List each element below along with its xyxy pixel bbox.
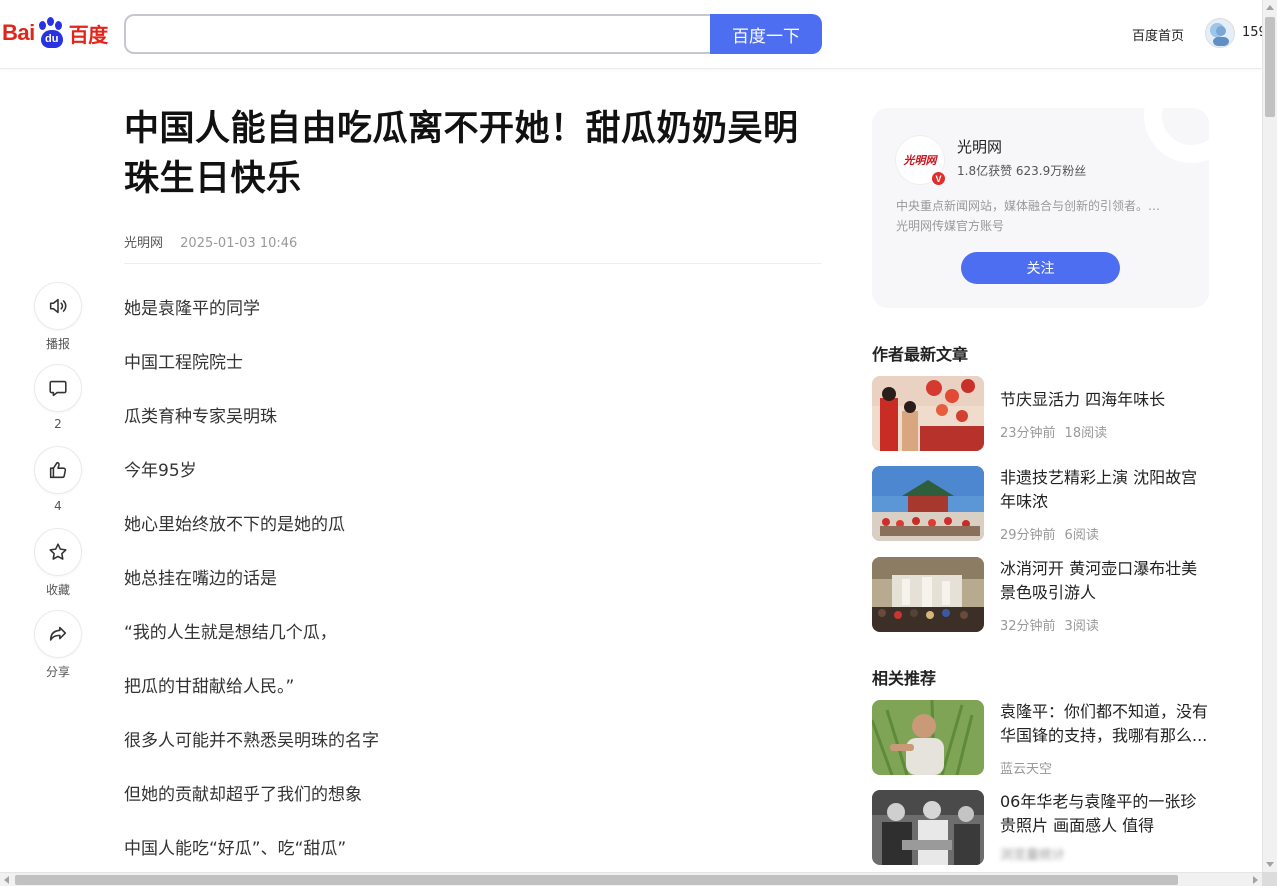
article-title: 中国人能自由吃瓜离不开她！甜瓜奶奶吴明珠生日快乐 [124, 109, 799, 199]
baidu-home-link[interactable]: 百度首页 [1132, 25, 1184, 44]
article-thumbnail[interactable] [872, 466, 984, 541]
article-title-link[interactable]: 非遗技艺精彩上演 沈阳故宫年味浓 [1000, 466, 1210, 514]
follow-button[interactable]: 关注 [961, 252, 1120, 284]
article-time: 2025-01-03 10:46 [180, 236, 298, 251]
article-title-link[interactable]: 节庆显活力 四海年味长 [1000, 388, 1210, 412]
latest-articles-heading: 作者最新文章 [872, 345, 969, 364]
article-title-link[interactable]: 袁隆平：你们都不知道，没有华国锋的支持，我哪有那么... [1000, 700, 1210, 748]
search-box [124, 14, 712, 54]
article-source[interactable]: 光明网 [124, 236, 163, 251]
article-title-text: 06年华老与袁隆平的一张珍贵照片 画面感人 值得 [1000, 792, 1197, 835]
article-paragraph: 她心里始终放不下的是她的瓜 [124, 515, 345, 535]
article-reads: 6阅读 [1064, 528, 1099, 543]
comment-count: 2 [54, 417, 62, 431]
paw-icon: du [36, 17, 66, 49]
author-description: 中央重点新闻网站，媒体融合与创新的引领者。… [896, 199, 1161, 213]
article-source: 浏览量统计 [1000, 848, 1066, 863]
article-reads: 18阅读 [1064, 426, 1108, 441]
vertical-scroll-thumb[interactable] [1265, 17, 1275, 117]
article-thumbnail[interactable] [872, 557, 984, 632]
scroll-right-icon[interactable] [1253, 876, 1258, 884]
like-count: 4 [54, 499, 62, 513]
related-article-item[interactable]: 袁隆平：你们都不知道，没有华国锋的支持，我哪有那么... 蓝云天空 [872, 700, 1210, 777]
latest-article-item[interactable]: 节庆显活力 四海年味长 23分钟前 18阅读 [872, 376, 1209, 452]
broadcast-action[interactable]: 播报 [34, 282, 82, 352]
horizontal-scroll-thumb[interactable] [15, 875, 1178, 885]
article-time: 29分钟前 [1000, 528, 1056, 543]
search-button[interactable]: 百度一下 [710, 14, 822, 54]
article-paragraph: “我的人生就是想结几个瓜， [124, 623, 337, 643]
star-icon[interactable] [34, 528, 82, 576]
verified-icon: V [931, 171, 946, 186]
article-paragraph: 中国工程院院士 [124, 353, 243, 373]
article-meta: 蓝云天空 [1000, 758, 1052, 777]
article-meta: 光明网 2025-01-03 10:46 [124, 232, 822, 264]
article-body: 她是袁隆平的同学 中国工程院院士 瓜类育种专家吴明珠 今年95岁 她心里始终放不… [124, 296, 822, 886]
latest-article-item[interactable]: 冰消河开 黄河壶口瀑布壮美景色吸引游人 32分钟前 3阅读 [872, 557, 1210, 634]
article-paragraph: 把瓜的甘甜献给人民。” [124, 677, 295, 697]
favorite-action[interactable]: 收藏 [34, 528, 82, 598]
thumbs-up-icon[interactable] [34, 446, 82, 494]
author-subtitle: 光明网传媒官方账号 [896, 219, 1005, 233]
user-name[interactable]: 159 [1242, 25, 1262, 40]
article-title-link[interactable]: 冰消河开 黄河壶口瀑布壮美景色吸引游人 [1000, 557, 1210, 605]
article-thumbnail[interactable] [872, 700, 984, 775]
scroll-left-icon[interactable] [4, 876, 9, 884]
article-paragraph: 瓜类育种专家吴明珠 [124, 407, 277, 427]
share-action[interactable]: 分享 [34, 610, 82, 680]
user-avatar[interactable] [1205, 18, 1235, 48]
horizontal-scrollbar[interactable] [0, 872, 1262, 886]
author-logo-text: 光明网 [903, 154, 937, 167]
article-time: 32分钟前 [1000, 619, 1056, 634]
like-action[interactable]: 4 [34, 446, 82, 513]
share-icon[interactable] [34, 610, 82, 658]
scroll-down-icon[interactable] [1266, 862, 1274, 867]
search-input[interactable] [126, 16, 712, 52]
comment-icon[interactable] [34, 364, 82, 412]
author-card: 光明网 V 光明网 1.8亿获赞 623.9万粉丝 中央重点新闻网站，媒体融合与… [872, 108, 1209, 308]
article-paragraph: 很多人可能并不熟悉吴明珠的名字 [124, 731, 379, 751]
top-header: Bai du 百度 百度一下 百度首页 159 [0, 0, 1262, 69]
latest-article-item[interactable]: 非遗技艺精彩上演 沈阳故宫年味浓 29分钟前 6阅读 [872, 466, 1210, 543]
article-source: 蓝云天空 [1000, 762, 1053, 777]
baidu-logo[interactable]: Bai du 百度 [2, 15, 108, 51]
vertical-scrollbar[interactable] [1262, 0, 1277, 872]
scroll-up-icon[interactable] [1266, 5, 1274, 10]
article-time: 23分钟前 [1000, 426, 1056, 441]
logo-text-latin: Bai [2, 20, 35, 45]
logo-text-cn: 百度 [68, 22, 109, 47]
related-article-item[interactable]: 06年华老与袁隆平的一张珍贵照片 画面感人 值得 浏览量统计 [872, 790, 1209, 866]
comment-action[interactable]: 2 [34, 364, 82, 431]
article-thumbnail[interactable] [872, 790, 984, 865]
scrollbar-corner [1262, 872, 1277, 886]
article-meta: 29分钟前 6阅读 [1000, 524, 1099, 543]
broadcast-label: 播报 [45, 337, 70, 351]
article-paragraph: 今年95岁 [124, 461, 197, 481]
article-title-link[interactable]: 06年华老与袁隆平的一张珍贵照片 画面感人 值得 [1000, 790, 1210, 838]
article-paragraph: 但她的贡献却超乎了我们的想象 [124, 785, 362, 805]
card-decoration [1144, 108, 1209, 163]
article-reads: 3阅读 [1064, 619, 1099, 634]
article-meta: 浏览量统计 [1000, 844, 1065, 863]
article-paragraph: 她总挂在嘴边的话是 [124, 569, 277, 589]
related-heading: 相关推荐 [872, 669, 937, 688]
article-paragraph: 她是袁隆平的同学 [124, 299, 260, 319]
speaker-icon[interactable] [34, 282, 82, 330]
article-meta: 23分钟前 18阅读 [1000, 422, 1107, 441]
article-thumbnail[interactable] [872, 376, 984, 451]
author-name[interactable]: 光明网 [957, 136, 1002, 157]
share-label: 分享 [45, 665, 70, 679]
article-meta: 32分钟前 3阅读 [1000, 615, 1099, 634]
article: 中国人能自由吃瓜离不开她！甜瓜奶奶吴明珠生日快乐 光明网 2025-01-03 … [124, 104, 822, 886]
author-avatar[interactable]: 光明网 V [895, 135, 946, 186]
author-stats: 1.8亿获赞 623.9万粉丝 [957, 164, 1087, 178]
favorite-label: 收藏 [45, 583, 70, 597]
